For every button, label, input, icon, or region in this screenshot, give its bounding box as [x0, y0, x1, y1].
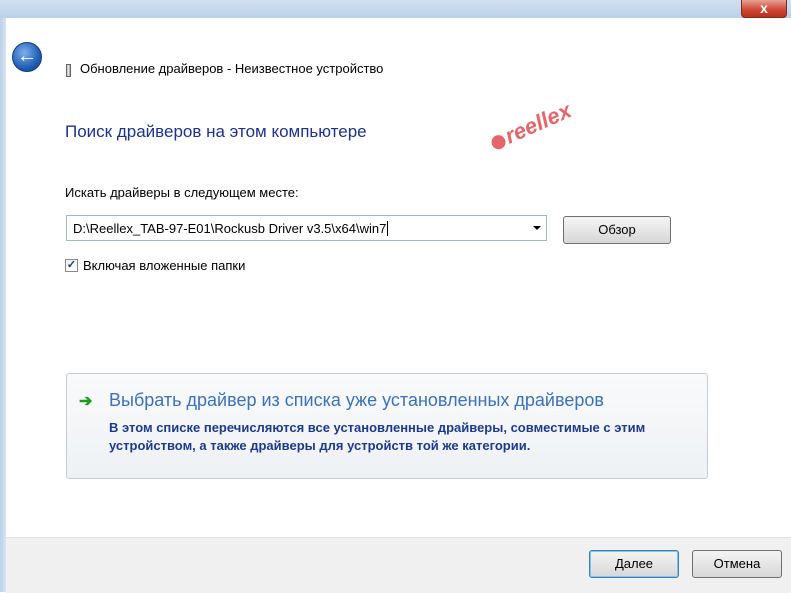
- path-text: D:\Reellex_TAB-97-E01\Rockusb Driver v3.…: [73, 221, 387, 236]
- device-icon: [66, 64, 71, 77]
- include-subfolders-label: Включая вложенные папки: [83, 258, 246, 273]
- window-frame-top: [0, 0, 791, 19]
- back-arrow-icon: ←: [17, 45, 37, 67]
- dropdown-arrow-icon[interactable]: [533, 226, 541, 230]
- wizard-title: Обновление драйверов - Неизвестное устро…: [80, 61, 384, 76]
- page-heading: Поиск драйверов на этом компьютере: [65, 122, 367, 141]
- search-location-label: Искать драйверы в следующем месте:: [65, 185, 299, 200]
- pick-driver-option-title[interactable]: Выбрать драйвер из списка уже установлен…: [109, 390, 604, 411]
- dialog-content: [6, 18, 791, 592]
- path-input-value[interactable]: D:\Reellex_TAB-97-E01\Rockusb Driver v3.…: [73, 221, 389, 236]
- close-button[interactable]: x: [741, 0, 787, 18]
- text-caret: [387, 221, 389, 236]
- browse-button[interactable]: Обзор: [563, 216, 671, 244]
- back-button[interactable]: ←: [12, 42, 42, 72]
- pick-driver-option-description: В этом списке перечисляются все установл…: [109, 420, 646, 453]
- cancel-button[interactable]: Отмена: [692, 550, 782, 578]
- green-arrow-icon: ➔: [79, 393, 93, 410]
- pick-driver-option[interactable]: ➔ Выбрать драйвер из списка уже установл…: [66, 373, 708, 479]
- next-button[interactable]: Далее: [589, 550, 679, 578]
- path-combobox[interactable]: D:\Reellex_TAB-97-E01\Rockusb Driver v3.…: [66, 215, 547, 241]
- include-subfolders-checkbox[interactable]: ✓: [65, 259, 78, 272]
